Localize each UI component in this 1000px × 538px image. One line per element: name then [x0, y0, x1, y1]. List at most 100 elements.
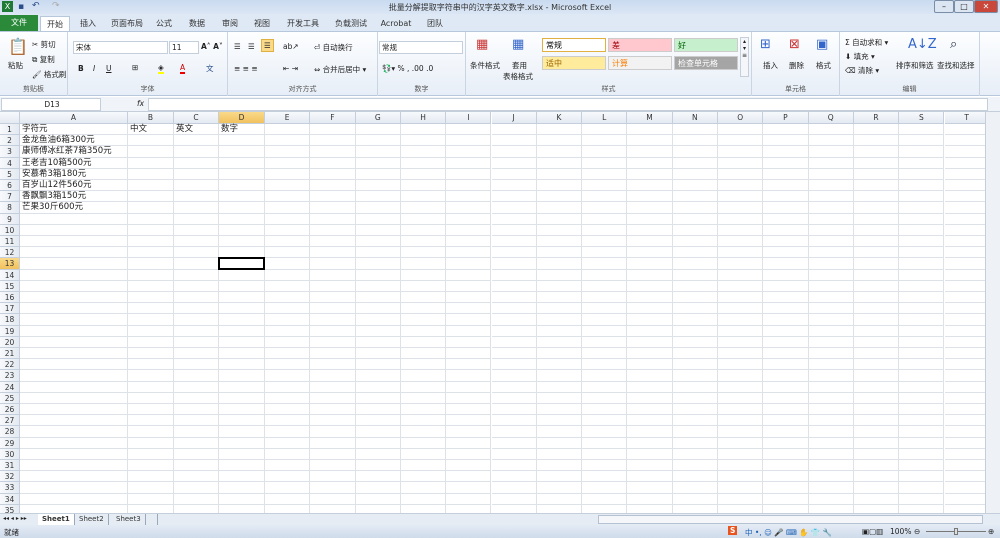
- row-header-17[interactable]: 17: [0, 303, 20, 315]
- cell[interactable]: [944, 146, 985, 158]
- cell[interactable]: [944, 359, 985, 371]
- cell[interactable]: [763, 247, 809, 259]
- column-header-A[interactable]: A: [20, 112, 128, 124]
- format-painter-button[interactable]: 🖌 格式刷: [32, 69, 66, 80]
- cell[interactable]: [355, 168, 401, 180]
- insert-function-icon[interactable]: fx: [137, 99, 144, 108]
- cell[interactable]: [763, 336, 809, 348]
- cell[interactable]: [265, 426, 311, 438]
- cell[interactable]: [763, 168, 809, 180]
- cell[interactable]: [400, 180, 447, 192]
- cell[interactable]: [582, 292, 628, 304]
- cell[interactable]: [718, 325, 764, 337]
- cell[interactable]: [582, 124, 628, 136]
- cell[interactable]: [582, 236, 628, 248]
- cell[interactable]: [944, 415, 985, 427]
- cell[interactable]: [899, 303, 945, 315]
- cell[interactable]: [627, 448, 673, 460]
- cell[interactable]: [944, 202, 985, 214]
- cell[interactable]: [536, 213, 583, 225]
- cell[interactable]: [899, 504, 945, 513]
- tab-0[interactable]: 文件: [0, 15, 38, 31]
- cell[interactable]: [627, 303, 673, 315]
- cell[interactable]: [763, 157, 809, 169]
- grow-font-icon[interactable]: A˄ A˅: [201, 42, 223, 51]
- cell[interactable]: [899, 370, 945, 382]
- cell[interactable]: [310, 146, 356, 158]
- cell[interactable]: [310, 180, 356, 192]
- cell[interactable]: [627, 124, 673, 136]
- cell[interactable]: [20, 404, 128, 416]
- cell[interactable]: [899, 460, 945, 472]
- cell[interactable]: [944, 292, 985, 304]
- cell[interactable]: [400, 471, 447, 483]
- cell[interactable]: [899, 258, 945, 270]
- cell[interactable]: [310, 236, 356, 248]
- cell[interactable]: [627, 471, 673, 483]
- cell[interactable]: [582, 258, 628, 270]
- row-header-1[interactable]: 1: [0, 124, 20, 136]
- cell[interactable]: [627, 415, 673, 427]
- cell[interactable]: [853, 292, 900, 304]
- cell[interactable]: [219, 202, 265, 214]
- cell[interactable]: [672, 135, 718, 147]
- vertical-scrollbar[interactable]: [985, 112, 1000, 513]
- align-left-icon[interactable]: ≡ ≡ ≡: [234, 64, 258, 73]
- cell[interactable]: [899, 415, 945, 427]
- cell[interactable]: [219, 303, 265, 315]
- underline-icon[interactable]: U: [106, 64, 112, 73]
- cell[interactable]: [672, 482, 718, 494]
- cell[interactable]: [219, 292, 265, 304]
- cell[interactable]: [944, 225, 985, 236]
- cell[interactable]: [718, 482, 764, 494]
- cell[interactable]: [310, 448, 356, 460]
- cell[interactable]: [491, 135, 537, 147]
- cell[interactable]: [853, 247, 900, 259]
- cell[interactable]: [265, 359, 311, 371]
- cell[interactable]: [265, 180, 311, 192]
- row-header-14[interactable]: 14: [0, 269, 20, 281]
- cell[interactable]: [174, 292, 219, 304]
- cell[interactable]: [944, 191, 985, 203]
- cell[interactable]: [944, 438, 985, 449]
- cell[interactable]: [219, 224, 265, 236]
- cell[interactable]: [718, 303, 764, 315]
- align-middle-icon[interactable]: ☰: [248, 42, 255, 51]
- cell[interactable]: [899, 157, 945, 169]
- style-cell-5[interactable]: 检查单元格: [674, 56, 738, 70]
- cell[interactable]: [310, 426, 356, 438]
- cell-D1[interactable]: 数字: [219, 124, 265, 136]
- cell[interactable]: [174, 280, 219, 292]
- cell[interactable]: [627, 280, 673, 292]
- cell[interactable]: [899, 381, 945, 393]
- cell[interactable]: [20, 247, 128, 259]
- cell[interactable]: [174, 157, 219, 169]
- horizontal-scrollbar[interactable]: [598, 515, 983, 524]
- sheet-nav-icons[interactable]: ◂◂ ◂ ▸ ▸▸: [3, 515, 27, 522]
- cell[interactable]: [853, 135, 900, 147]
- cell[interactable]: [446, 303, 492, 315]
- cell[interactable]: [20, 381, 128, 393]
- tab-7[interactable]: 视图: [246, 16, 278, 31]
- cell[interactable]: [310, 124, 356, 136]
- cell[interactable]: [446, 404, 492, 416]
- cell[interactable]: [718, 392, 764, 404]
- cell[interactable]: [763, 471, 809, 483]
- cell[interactable]: [400, 157, 447, 169]
- cell[interactable]: [491, 426, 537, 438]
- cell[interactable]: [400, 359, 447, 371]
- cell[interactable]: [265, 157, 311, 169]
- cell[interactable]: [310, 404, 356, 416]
- column-header-P[interactable]: P: [763, 112, 809, 124]
- cell[interactable]: [853, 314, 900, 326]
- cell[interactable]: [310, 303, 356, 315]
- cell[interactable]: [355, 370, 401, 382]
- cell[interactable]: [944, 135, 985, 147]
- cell[interactable]: [536, 236, 583, 248]
- cell[interactable]: [491, 493, 537, 505]
- tab-6[interactable]: 审阅: [216, 16, 244, 31]
- column-header-S[interactable]: S: [899, 112, 945, 124]
- cell[interactable]: [446, 168, 492, 180]
- cell[interactable]: [128, 426, 174, 438]
- cell[interactable]: [20, 471, 128, 483]
